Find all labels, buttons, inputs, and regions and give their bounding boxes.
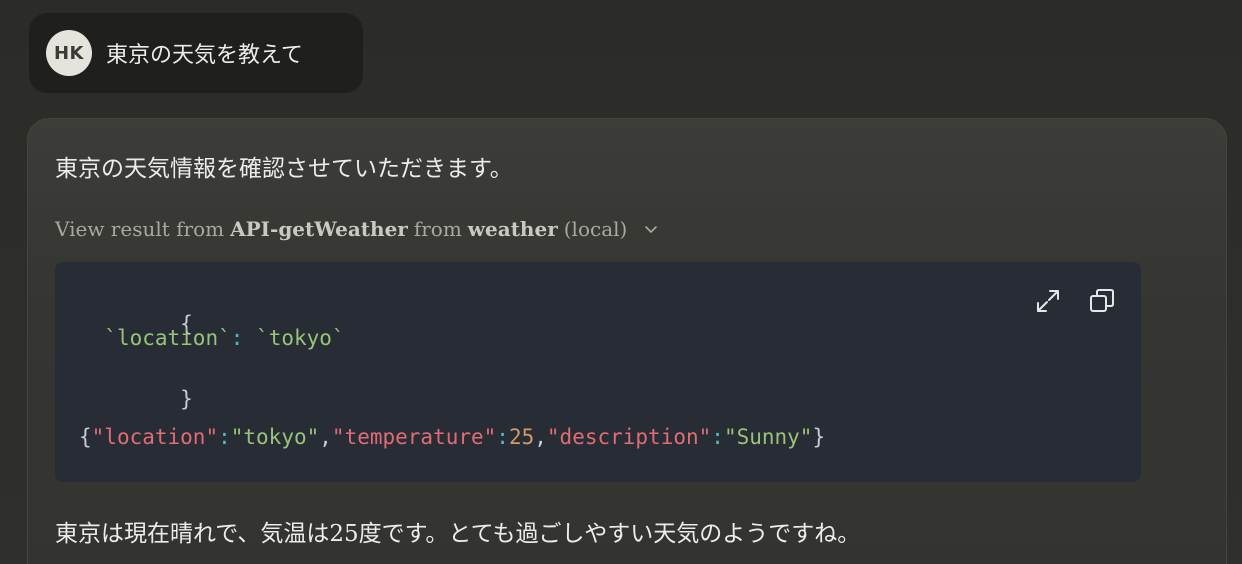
json-value-location: "tokyo"	[230, 425, 320, 449]
json-colon: :	[496, 425, 509, 449]
code-line-argument: `location`: `tokyo`	[79, 326, 345, 350]
json-comma: ,	[534, 425, 547, 449]
code-actions	[1033, 286, 1117, 316]
code-arg-colon: :	[230, 326, 244, 350]
json-key-location: "location"	[91, 425, 219, 449]
user-avatar[interactable]: HK	[46, 30, 92, 76]
expand-button[interactable]	[1033, 286, 1063, 316]
json-value-description: "Sunny"	[723, 425, 813, 449]
json-close: }	[812, 425, 826, 449]
assistant-message-card: 東京の天気情報を確認させていただきます。 View result from AP…	[27, 118, 1227, 564]
tool-summary-suffix: (local)	[563, 217, 628, 241]
user-message-text: 東京の天気を教えて	[106, 43, 303, 68]
json-key-description: "description"	[546, 425, 712, 449]
code-arg-key: `location`	[104, 326, 231, 350]
tool-summary-prefix: View result from	[55, 217, 225, 241]
tool-result-code-block: { `location`: `tokyo` } {"location":"tok…	[55, 262, 1141, 482]
json-value-temperature: 25	[508, 425, 535, 449]
copy-icon	[1090, 289, 1114, 312]
copy-button[interactable]	[1087, 286, 1117, 316]
code-close-brace: }	[180, 387, 193, 411]
user-message-bubble: HK 東京の天気を教えて	[29, 13, 363, 93]
tool-result-toggle[interactable]: View result from API-getWeather from wea…	[55, 217, 659, 241]
chevron-down-icon[interactable]	[643, 221, 659, 237]
assistant-intro-text: 東京の天気情報を確認させていただきます。	[55, 156, 513, 182]
tool-summary-middle: from	[413, 217, 462, 241]
json-key-temperature: "temperature"	[331, 425, 497, 449]
json-open: {	[79, 425, 92, 449]
json-colon: :	[218, 425, 231, 449]
tool-name: API-getWeather	[230, 217, 408, 241]
code-arg-value: `tokyo`	[256, 326, 345, 350]
json-colon: :	[711, 425, 724, 449]
chat-page: HK 東京の天気を教えて 東京の天気情報を確認させていただきます。 View r…	[0, 0, 1242, 564]
server-name: weather	[467, 217, 558, 241]
expand-icon	[1037, 290, 1059, 312]
json-comma: ,	[319, 425, 332, 449]
code-line-result-json: {"location":"tokyo","temperature":25,"de…	[79, 425, 825, 449]
assistant-answer-text: 東京は現在晴れで、気温は25度です。とても過ごしやすい天気のようですね。	[55, 521, 861, 547]
